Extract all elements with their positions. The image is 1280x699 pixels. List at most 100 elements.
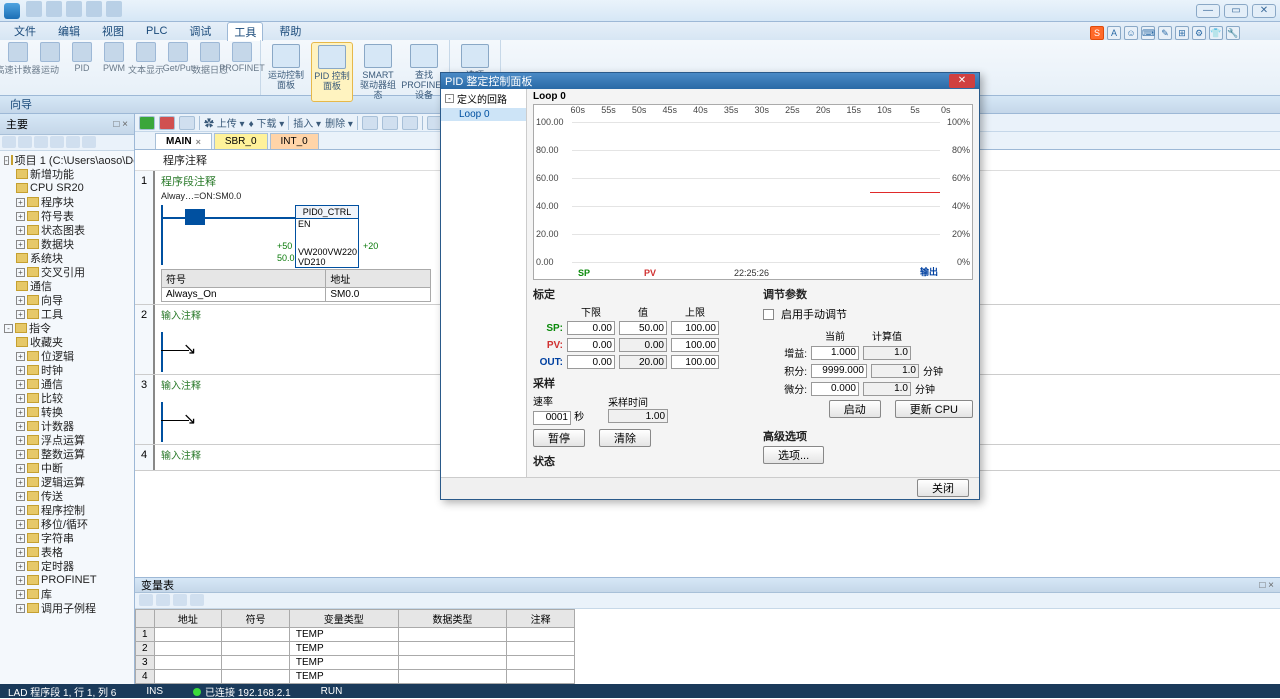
deriv-calc xyxy=(863,382,911,396)
menu-tools[interactable]: 工具 xyxy=(227,22,263,41)
menu-view[interactable]: 视图 xyxy=(96,22,130,40)
var-table-toolbar[interactable] xyxy=(135,593,1280,609)
menu-help[interactable]: 帮助 xyxy=(273,22,307,40)
menu-edit[interactable]: 编辑 xyxy=(52,22,86,40)
tree-panel-buttons[interactable]: □ × xyxy=(113,119,128,130)
tool-icon[interactable]: 🔧 xyxy=(1226,26,1240,40)
integral-current[interactable] xyxy=(811,364,867,378)
panel-smartdrive[interactable]: SMART 驱动器组态 xyxy=(357,42,399,102)
tool-icon[interactable]: 👕 xyxy=(1209,26,1223,40)
scaling-title: 标定 xyxy=(533,286,743,302)
dialog-close-button[interactable]: ✕ xyxy=(949,74,975,88)
status-run: RUN xyxy=(321,686,343,697)
status-bar: LAD 程序段 1, 行 1, 列 6 INS 已连接 192.168.2.1 … xyxy=(0,684,1280,698)
tool-icon[interactable]: ⊞ xyxy=(1175,26,1189,40)
tool-icon[interactable] xyxy=(179,116,195,130)
quick-access-toolbar[interactable] xyxy=(24,1,124,20)
pid-tuning-dialog: PID 整定控制面板 ✕ -定义的回路 Loop 0 Loop 0 100.00… xyxy=(440,72,980,500)
integral-calc xyxy=(871,364,919,378)
status-position: LAD 程序段 1, 行 1, 列 6 xyxy=(8,684,116,699)
wiz-getput[interactable]: Get/Put xyxy=(164,42,192,76)
stop-icon[interactable] xyxy=(159,116,175,130)
ribbon-group-panels: 运动控制面板 PID 控制面板 SMART 驱动器组态 查找 PROFINET设… xyxy=(261,40,450,95)
tab-int0[interactable]: INT_0 xyxy=(270,133,319,149)
dialog-close-btn[interactable]: 关闭 xyxy=(917,479,969,497)
trend-chart: 100.00 80.00 60.00 40.00 20.00 0.00 100%… xyxy=(533,104,973,280)
sp-lower-input[interactable] xyxy=(567,321,615,335)
table-row: 2TEMP xyxy=(136,642,575,656)
tree-panel-title: 主要□ × xyxy=(0,114,134,135)
tree-toolbar[interactable] xyxy=(0,135,134,151)
menu-debug[interactable]: 调试 xyxy=(183,22,217,40)
status-title: 状态 xyxy=(533,453,743,469)
tab-sbr0[interactable]: SBR_0 xyxy=(214,133,268,149)
wiz-text[interactable]: 文本显示 xyxy=(132,42,160,76)
table-row: 1TEMP xyxy=(136,628,575,642)
tool-icon[interactable]: ⚙ xyxy=(1192,26,1206,40)
table-row: 4TEMP xyxy=(136,670,575,684)
wiz-pwm[interactable]: PWM xyxy=(100,42,128,76)
out-value-input xyxy=(619,355,667,369)
status-connection: 已连接 192.168.2.1 xyxy=(193,684,291,699)
loop-header: Loop 0 xyxy=(533,91,973,102)
var-table-title: 变量表□ × xyxy=(135,577,1280,593)
menu-plc[interactable]: PLC xyxy=(140,24,173,38)
sp-value-input[interactable] xyxy=(619,321,667,335)
window-maximize-button[interactable]: ▭ xyxy=(1224,4,1248,18)
update-cpu-button[interactable]: 更新 CPU xyxy=(895,400,973,418)
manual-checkbox[interactable] xyxy=(763,309,774,320)
title-bar: — ▭ ✕ xyxy=(0,0,1280,22)
gain-calc xyxy=(863,346,911,360)
rate-input[interactable] xyxy=(533,411,571,425)
window-minimize-button[interactable]: — xyxy=(1196,4,1220,18)
tool-icon[interactable]: ⌨ xyxy=(1141,26,1155,40)
sp-upper-input[interactable] xyxy=(671,321,719,335)
wiz-hsc[interactable]: 高速计数器 xyxy=(4,42,32,76)
tune-title: 调节参数 xyxy=(763,286,973,302)
loops-tree[interactable]: -定义的回路 Loop 0 xyxy=(441,89,527,477)
ribbon-group-wizards: 高速计数器 运动 PID PWM 文本显示 Get/Put 数据日志 PROFI… xyxy=(0,40,261,95)
dialog-title: PID 整定控制面板 xyxy=(445,73,532,89)
network-number: 1 xyxy=(135,171,155,304)
app-icon xyxy=(4,3,20,19)
project-tree[interactable]: -项目 1 (C:\Users\aoso\Desktop\ 新增功能 CPU S… xyxy=(0,151,134,684)
dialog-title-bar[interactable]: PID 整定控制面板 ✕ xyxy=(441,73,979,89)
pv-lower-input[interactable] xyxy=(567,338,615,352)
wiz-profinet[interactable]: PROFINET xyxy=(228,42,256,76)
wiz-motion[interactable]: 运动 xyxy=(36,42,64,76)
tool-icon[interactable]: ✎ xyxy=(1158,26,1172,40)
loop-item[interactable]: Loop 0 xyxy=(441,108,526,121)
variable-table[interactable]: 地址 符号 变量类型 数据类型 注释 1TEMP 2TEMP 3TEMP 4TE… xyxy=(135,609,575,684)
pv-upper-input[interactable] xyxy=(671,338,719,352)
pause-button[interactable]: 暂停 xyxy=(533,429,585,447)
panel-pid[interactable]: PID 控制面板 xyxy=(311,42,353,102)
table-row: 3TEMP xyxy=(136,656,575,670)
panel-findprofinet[interactable]: 查找 PROFINET设备 xyxy=(403,42,445,102)
delete-dropdown[interactable]: 删除 ▾ xyxy=(325,115,353,130)
out-upper-input[interactable] xyxy=(671,355,719,369)
run-icon[interactable] xyxy=(139,116,155,130)
pv-value-input xyxy=(619,338,667,352)
window-close-button[interactable]: ✕ xyxy=(1252,4,1276,18)
sample-time xyxy=(608,409,668,423)
function-block-pid0-ctrl[interactable]: PID0_CTRL EN VW200VW220 VD210 xyxy=(295,205,359,268)
status-ins: INS xyxy=(146,686,163,697)
symbol-info-table: 符号地址 Always_OnSM0.0 xyxy=(161,269,431,302)
no-contact[interactable] xyxy=(185,209,205,225)
out-lower-input[interactable] xyxy=(567,355,615,369)
tool-icon[interactable]: A xyxy=(1107,26,1121,40)
start-button[interactable]: 启动 xyxy=(829,400,881,418)
sogou-icon[interactable]: S xyxy=(1090,26,1104,40)
upload-dropdown[interactable]: ✿ 上传 ▾ xyxy=(204,115,245,130)
tool-icon[interactable]: ☺ xyxy=(1124,26,1138,40)
tab-main[interactable]: MAIN× xyxy=(155,133,212,149)
advanced-options-button[interactable]: 选项... xyxy=(763,446,824,464)
gain-current[interactable] xyxy=(811,346,859,360)
insert-dropdown[interactable]: 插入 ▾ xyxy=(293,115,321,130)
wiz-pid[interactable]: PID xyxy=(68,42,96,76)
panel-motion[interactable]: 运动控制面板 xyxy=(265,42,307,102)
clear-button[interactable]: 清除 xyxy=(599,429,651,447)
deriv-current[interactable] xyxy=(811,382,859,396)
download-dropdown[interactable]: ♦ 下载 ▾ xyxy=(249,115,285,130)
menu-file[interactable]: 文件 xyxy=(8,22,42,40)
